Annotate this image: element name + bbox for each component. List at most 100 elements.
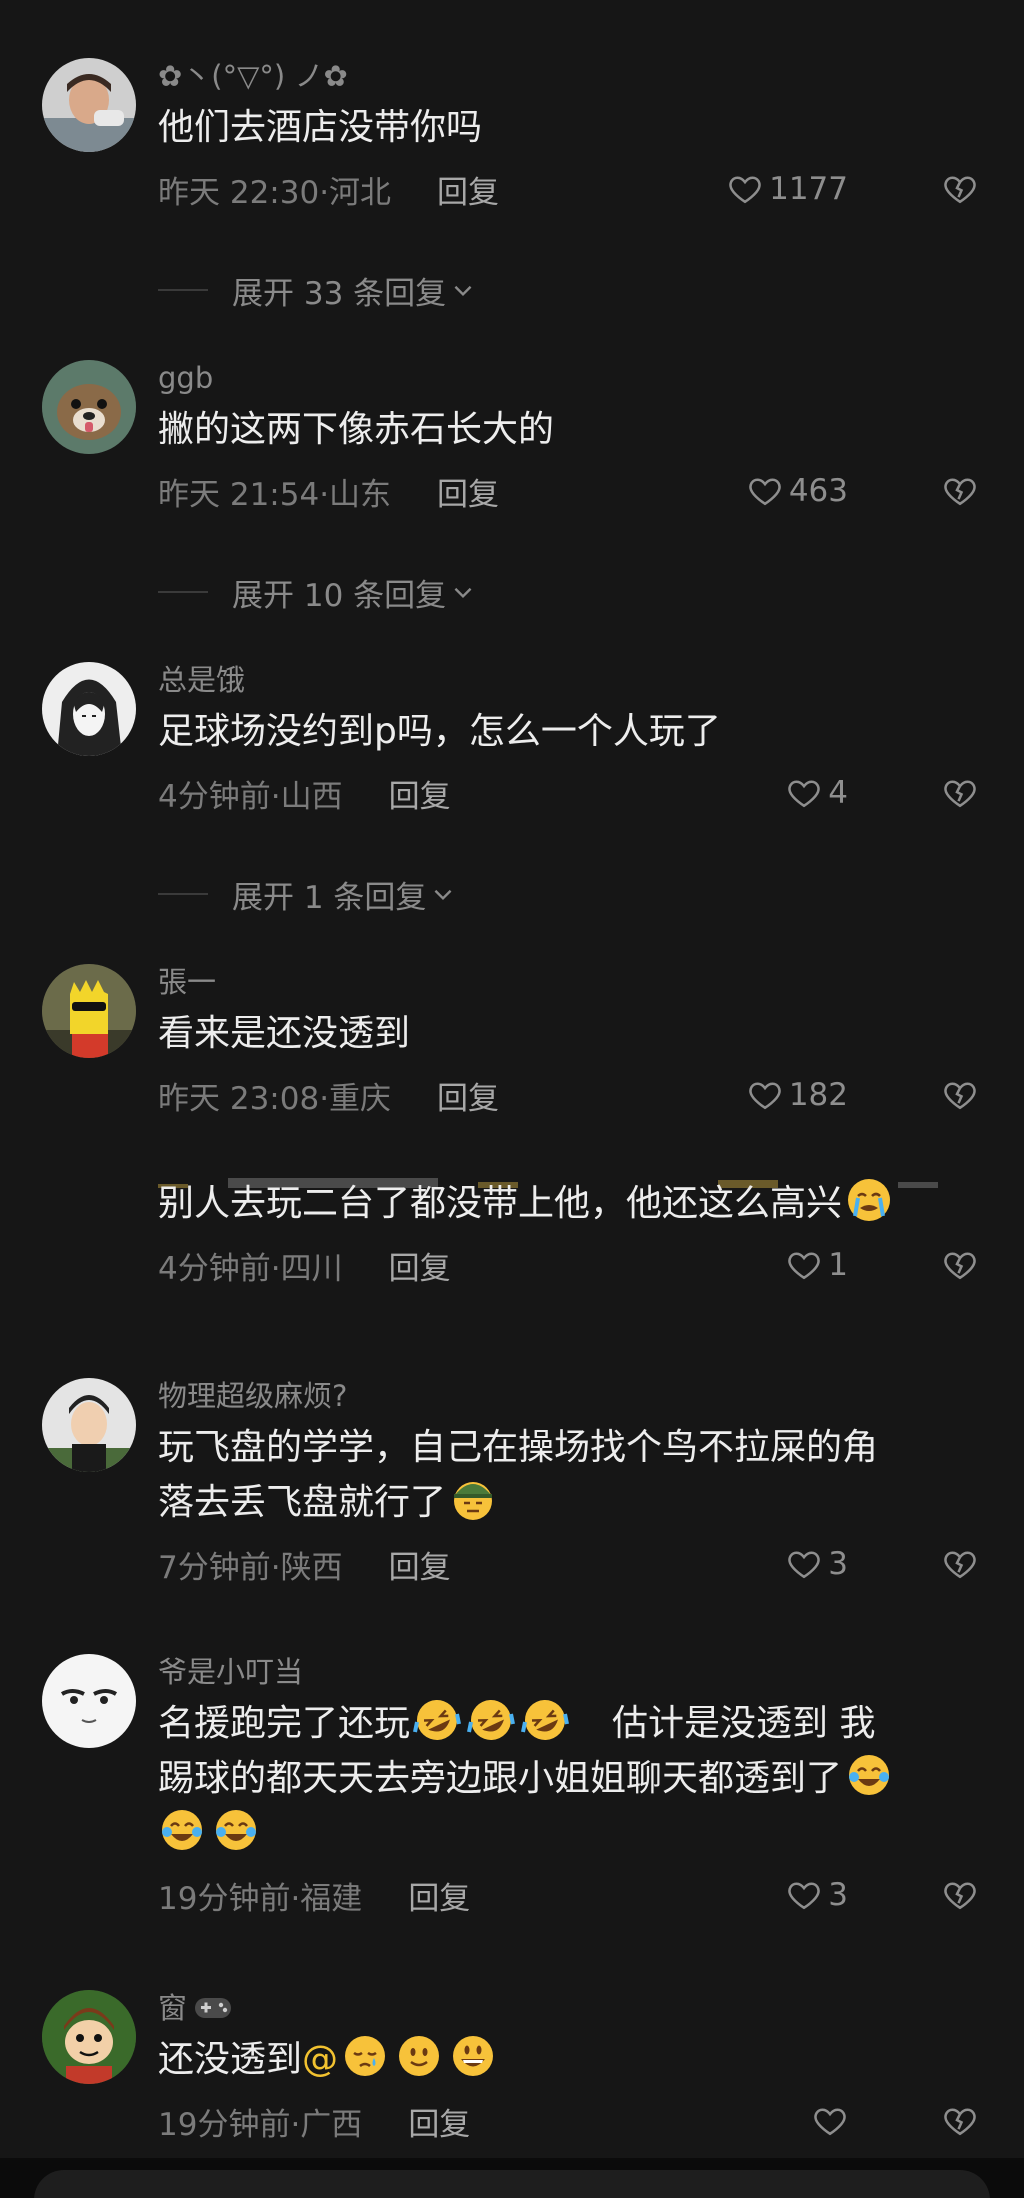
broken-heart-icon[interactable]: [942, 1077, 978, 1113]
like-button[interactable]: 3: [786, 1540, 848, 1588]
timestamp-location: 昨天 22:30·河北: [158, 174, 392, 211]
avatar-image: [42, 1378, 136, 1472]
timestamp-location: 4分钟前·四川: [158, 1250, 343, 1287]
timestamp-location: 4分钟前·山西: [158, 778, 343, 815]
comment-text-content: 还没透到: [158, 2039, 303, 2080]
chevron-down-icon: [454, 285, 472, 297]
like-button[interactable]: 4: [786, 769, 848, 817]
avatar[interactable]: [42, 964, 136, 1058]
comment-meta: 4分钟前·山西 回复 4: [158, 769, 984, 817]
slight-smile-emoji-icon: [395, 2032, 443, 2080]
broken-heart-icon[interactable]: [942, 473, 978, 509]
username[interactable]: 張一: [158, 964, 984, 1000]
timestamp-location: 7分钟前·陕西: [158, 1549, 343, 1586]
avatar[interactable]: [42, 1990, 136, 2084]
like-button[interactable]: [812, 2097, 848, 2145]
broken-heart-icon[interactable]: [942, 2103, 978, 2139]
expand-label: 展开 33 条回复: [232, 275, 447, 312]
reply-button[interactable]: 回复: [437, 1073, 499, 1118]
timestamp-location: 昨天 21:54·山东: [158, 476, 392, 513]
divider-line: [158, 591, 208, 593]
expand-label: 展开 10 条回复: [232, 577, 447, 614]
avatar[interactable]: [42, 360, 136, 454]
comment-text-content: 踢球的都天天去旁边跟小姐姐聊天都透到了: [158, 1758, 843, 1799]
avatar[interactable]: [42, 662, 136, 756]
comment-text-content: 估计是没透到 我: [612, 1703, 876, 1744]
expand-replies-button[interactable]: 展开 10 条回复: [158, 570, 476, 614]
heart-outline-icon: [788, 1252, 821, 1280]
like-button[interactable]: 1177: [727, 165, 848, 213]
reply-button[interactable]: 回复: [408, 1873, 470, 1918]
comment-text: 别人去玩二台了都没带上他，他还这么高兴: [158, 1176, 984, 1231]
reply-button[interactable]: 回复: [437, 167, 499, 212]
comment-input-pill[interactable]: [34, 2170, 990, 2198]
rofl-emoji-icon: [413, 1696, 461, 1744]
comment-meta: 昨天 23:08·重庆 回复 182: [158, 1071, 984, 1119]
avatar-image: [42, 662, 136, 756]
broken-heart-icon[interactable]: [942, 1546, 978, 1582]
comment-meta: 19分钟前·广西 回复: [158, 2097, 984, 2145]
rofl-emoji-icon: [521, 1696, 569, 1744]
like-count: 1: [828, 1247, 848, 1283]
salute-emoji-icon: [449, 1475, 497, 1523]
comment-text: 看来是还没透到: [158, 1013, 411, 1054]
username: 窗: [158, 1990, 984, 2026]
expand-replies-button[interactable]: 展开 1 条回复: [158, 872, 456, 916]
username[interactable]: 物理超级麻烦?: [158, 1378, 984, 1414]
gamepad-icon: [195, 1998, 232, 2018]
comment-text: 撇的这两下像赤石长大的: [158, 409, 555, 450]
like-button[interactable]: 182: [747, 1071, 848, 1119]
username-text[interactable]: 窗: [158, 1990, 187, 2026]
comment-text: 足球场没约到p吗，怎么一个人玩了: [158, 711, 721, 752]
heart-outline-icon: [749, 478, 781, 506]
reply-button[interactable]: 回复: [389, 1542, 451, 1587]
timestamp-location: 19分钟前·广西: [158, 2106, 363, 2143]
divider-line: [158, 893, 208, 895]
reply-button[interactable]: 回复: [408, 2099, 470, 2144]
joy-tears-emoji-icon: [845, 1751, 893, 1799]
avatar[interactable]: [42, 1654, 136, 1748]
comment-text-line: [158, 1806, 984, 1861]
like-button[interactable]: 1: [786, 1241, 848, 1289]
expand-replies-button[interactable]: 展开 33 条回复: [158, 268, 476, 312]
like-count: 3: [828, 1877, 848, 1913]
timestamp-location: 19分钟前·福建: [158, 1880, 363, 1917]
comment-text-content: 名援跑完了还玩: [158, 1703, 411, 1744]
heart-outline-icon: [814, 2108, 846, 2136]
comment-text-line: 名援跑完了还玩 估计是没透到 我: [158, 1696, 984, 1751]
timestamp-location: 昨天 23:08·重庆: [158, 1080, 392, 1117]
avatar[interactable]: [42, 58, 136, 152]
username[interactable]: ggb: [158, 360, 984, 396]
avatar[interactable]: [42, 1378, 136, 1472]
username[interactable]: ✿丶(°▽°) ノ✿: [158, 58, 984, 94]
broken-heart-icon[interactable]: [942, 1877, 978, 1913]
comment-text: 他们去酒店没带你吗: [158, 107, 483, 148]
heart-outline-icon: [788, 1551, 821, 1579]
comment-text: 名援跑完了还玩 估计是没透到 我 踢球的都天天去旁边跟小姐姐聊天都透到了: [158, 1696, 984, 1861]
broken-heart-icon[interactable]: [942, 171, 978, 207]
comment-text: 玩飞盘的学学，自己在操场找个鸟不拉屎的角 落去丢飞盘就行了: [158, 1420, 984, 1530]
grinning-emoji-icon: [449, 2032, 497, 2080]
divider-line: [158, 289, 208, 291]
crying-emoji-icon: [845, 1176, 893, 1224]
username[interactable]: 爷是小叮当: [158, 1654, 984, 1690]
avatar-image: [42, 964, 136, 1058]
avatar-image: [42, 1990, 136, 2084]
like-button[interactable]: 463: [747, 467, 848, 515]
like-count: 3: [828, 1546, 848, 1582]
like-button[interactable]: 3: [786, 1871, 848, 1919]
bottom-input-bar: [0, 2158, 1024, 2198]
reply-button[interactable]: 回复: [437, 469, 499, 514]
broken-heart-icon[interactable]: [942, 1247, 978, 1283]
username[interactable]: 总是饿: [158, 662, 984, 698]
comment-meta: 昨天 21:54·山东 回复 463: [158, 467, 984, 515]
avatar-image: [42, 1654, 136, 1748]
comment-text-line: 落去丢飞盘就行了: [158, 1475, 984, 1530]
comment-feed: ✿丶(°▽°) ノ✿ 他们去酒店没带你吗 昨天 22:30·河北 回复 1177…: [0, 0, 1024, 2198]
broken-heart-icon[interactable]: [942, 775, 978, 811]
like-count: 182: [788, 1077, 848, 1113]
comment-text-line: 玩飞盘的学学，自己在操场找个鸟不拉屎的角: [158, 1427, 879, 1468]
reply-button[interactable]: 回复: [389, 1243, 451, 1288]
reply-button[interactable]: 回复: [389, 771, 451, 816]
comment-text-line: 踢球的都天天去旁边跟小姐姐聊天都透到了: [158, 1751, 984, 1806]
